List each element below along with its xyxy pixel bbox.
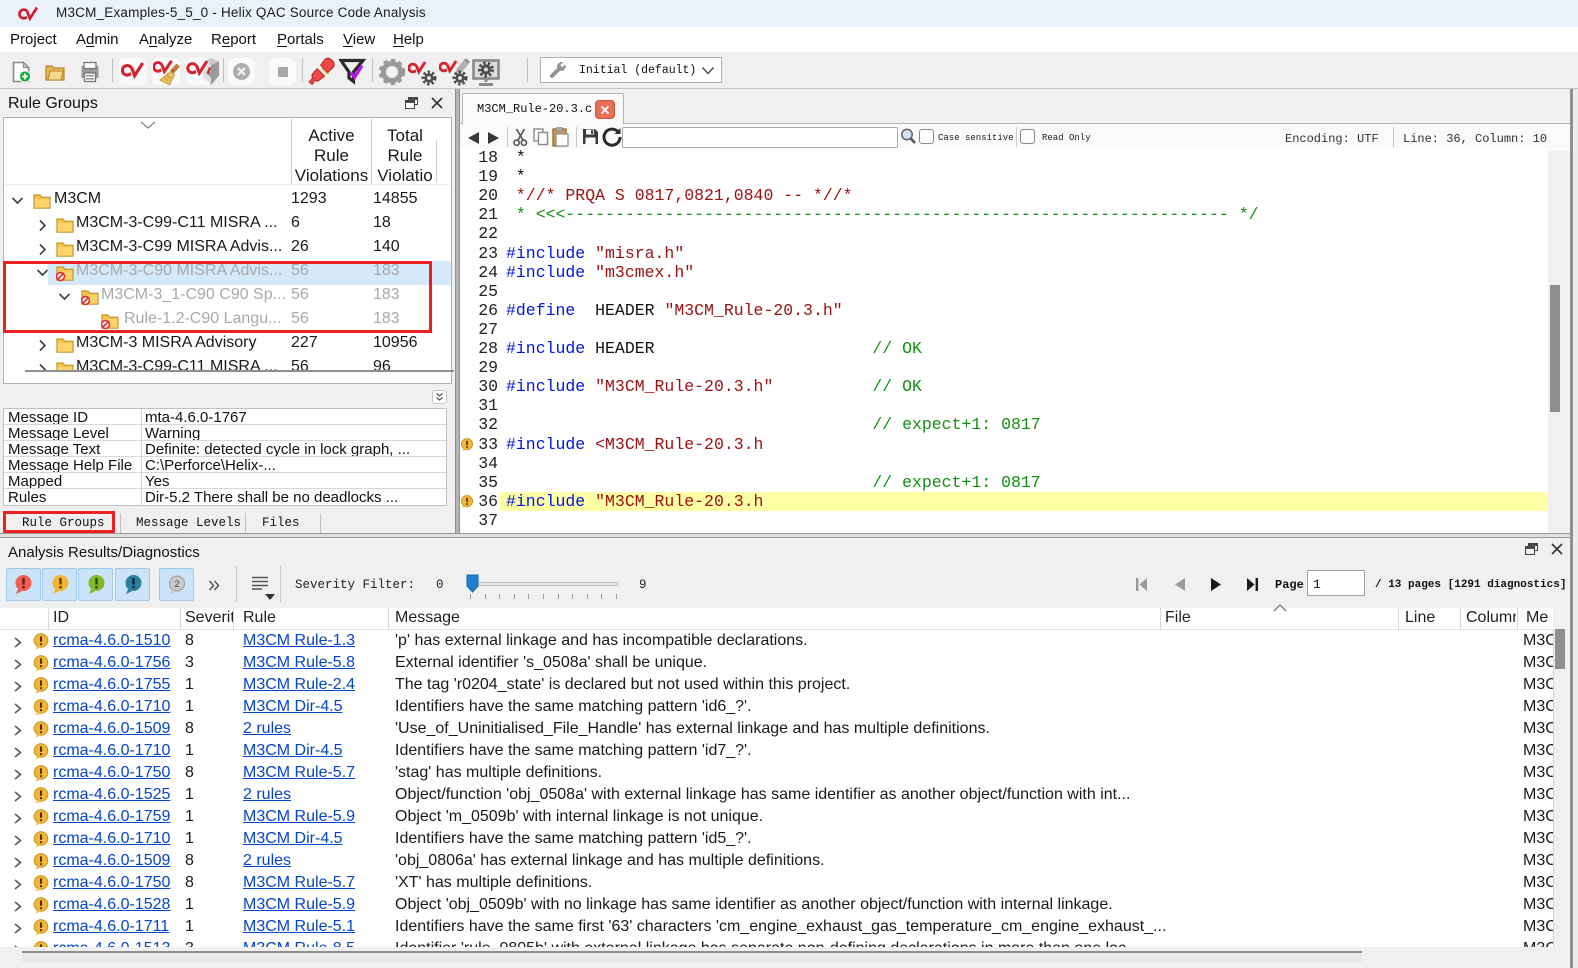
svg-text:2: 2 [174,579,179,589]
